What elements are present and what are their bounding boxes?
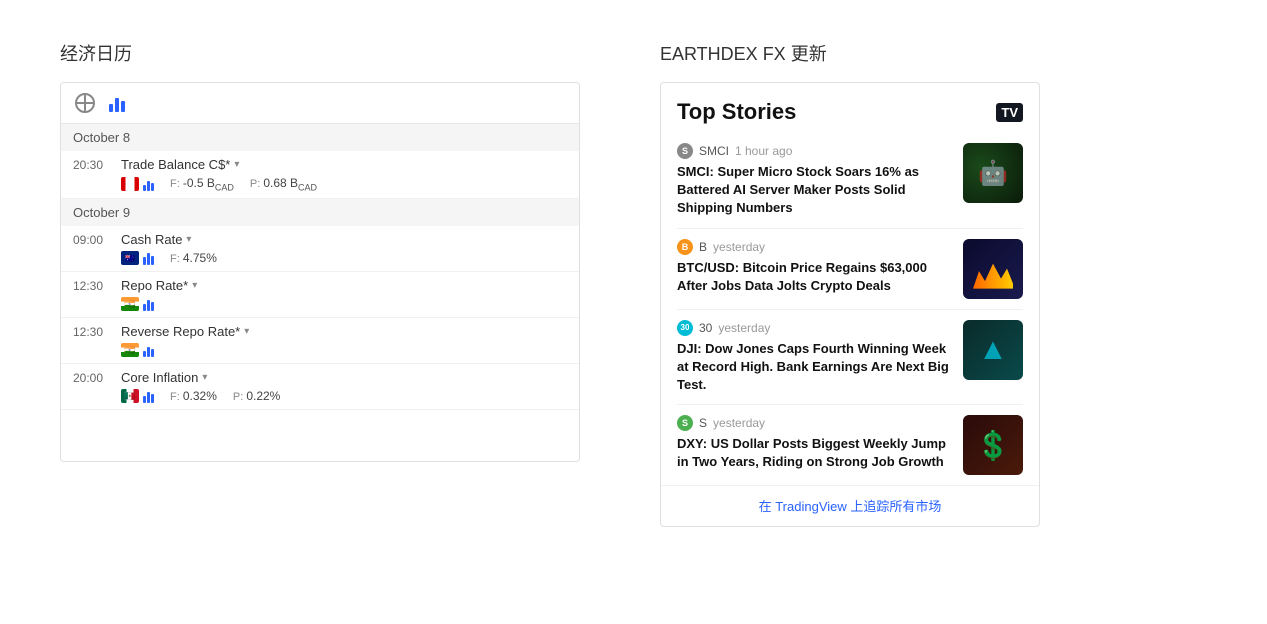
mini-chart-icon-in2[interactable]: [143, 343, 154, 357]
news-meta-dxy: S S yesterday: [677, 415, 953, 431]
news-meta-smci: S SMCI 1 hour ago: [677, 143, 953, 159]
news-time-btc: yesterday: [713, 240, 765, 254]
cash-rate-time: 09:00: [73, 233, 113, 247]
news-widget: Top Stories TV S SMCI 1 hour ago SMCI: S…: [660, 82, 1040, 527]
calendar-widget: October 8 20:30 Trade Balance C$* ▾: [60, 82, 580, 462]
news-item-dji[interactable]: 30 30 yesterday DJI: Dow Jones Caps Four…: [677, 310, 1023, 406]
news-thumb-dxy: [963, 415, 1023, 475]
flag-bar-au: 🇦🇺: [121, 251, 154, 265]
news-list: S SMCI 1 hour ago SMCI: Super Micro Stoc…: [661, 133, 1039, 485]
cash-rate-forecast: F: 4.75%: [170, 251, 217, 265]
bar-chart-icon-button[interactable]: [105, 91, 129, 115]
news-headline-btc: BTC/USD: Bitcoin Price Regains $63,000 A…: [677, 259, 953, 295]
news-text-btc: B B yesterday BTC/USD: Bitcoin Price Reg…: [677, 239, 953, 299]
calendar-toolbar: [61, 83, 579, 124]
globe-icon-button[interactable]: [73, 91, 97, 115]
chevron-icon: ▾: [244, 326, 249, 337]
tv-logo: TV: [996, 103, 1023, 122]
source-icon-dji: 30: [677, 320, 693, 336]
chevron-icon: ▾: [234, 159, 239, 170]
right-section: EARTHDEX FX 更新 Top Stories TV S SMCI 1 h…: [660, 40, 1207, 527]
bar-chart-icon: [109, 94, 125, 112]
event-name-core-inflation: Core Inflation ▾: [121, 370, 567, 385]
flag-bar-in2: 🇮🇳: [121, 343, 154, 357]
news-headline-smci: SMCI: Super Micro Stock Soars 16% as Bat…: [677, 163, 953, 218]
main-layout: 经济日历 October 8: [60, 40, 1207, 527]
chevron-icon: ▾: [202, 372, 207, 383]
source-name-dji: 30: [699, 321, 712, 335]
flag-bar-in: 🇮🇳: [121, 297, 154, 311]
news-title: Top Stories: [677, 99, 796, 125]
source-name-smci: SMCI: [699, 144, 729, 158]
left-section: 经济日历 October 8: [60, 40, 580, 462]
event-name-trade-balance: Trade Balance C$* ▾: [121, 157, 567, 172]
chevron-icon: ▾: [192, 280, 197, 291]
news-text-dji: 30 30 yesterday DJI: Dow Jones Caps Four…: [677, 320, 953, 395]
date-header-oct9: October 9: [61, 199, 579, 226]
event-trade-balance: 20:30 Trade Balance C$* ▾: [61, 151, 579, 199]
news-thumb-btc: [963, 239, 1023, 299]
news-time-smci: 1 hour ago: [735, 144, 792, 158]
event-reverse-repo-rate: 12:30 Reverse Repo Rate* ▾ 🇮🇳: [61, 318, 579, 364]
news-headline-dxy: DXY: US Dollar Posts Biggest Weekly Jump…: [677, 435, 953, 471]
event-time: 20:30: [73, 158, 113, 172]
mexico-flag: 🇲🇽: [121, 389, 139, 403]
source-name-dxy: S: [699, 416, 707, 430]
news-time-dxy: yesterday: [713, 416, 765, 430]
news-thumb-dji: [963, 320, 1023, 380]
source-icon-dxy: S: [677, 415, 693, 431]
news-meta-dji: 30 30 yesterday: [677, 320, 953, 336]
mini-chart-icon-in[interactable]: [143, 297, 154, 311]
source-name-btc: B: [699, 240, 707, 254]
core-inflation-time: 20:00: [73, 371, 113, 385]
mini-chart-icon-mx[interactable]: [143, 389, 154, 403]
calendar-section-title: 经济日历: [60, 40, 580, 66]
news-meta-btc: B B yesterday: [677, 239, 953, 255]
chevron-icon: ▾: [186, 234, 191, 245]
news-time-dji: yesterday: [718, 321, 770, 335]
news-item-smci[interactable]: S SMCI 1 hour ago SMCI: Super Micro Stoc…: [677, 133, 1023, 229]
flag-bar-mx: 🇲🇽: [121, 389, 154, 403]
trade-balance-previous: P: 0.68 BCAD: [250, 176, 317, 192]
event-name-cash-rate: Cash Rate ▾: [121, 232, 567, 247]
news-item-dxy[interactable]: S S yesterday DXY: US Dollar Posts Bigge…: [677, 405, 1023, 485]
event-repo-rate: 12:30 Repo Rate* ▾ 🇮🇳: [61, 272, 579, 318]
news-text-dxy: S S yesterday DXY: US Dollar Posts Bigge…: [677, 415, 953, 475]
news-text-smci: S SMCI 1 hour ago SMCI: Super Micro Stoc…: [677, 143, 953, 218]
news-thumb-smci: [963, 143, 1023, 203]
fx-section-title: EARTHDEX FX 更新: [660, 40, 1207, 66]
calendar-body[interactable]: October 8 20:30 Trade Balance C$* ▾: [61, 124, 579, 461]
core-inflation-previous: P: 0.22%: [233, 389, 280, 403]
event-cash-rate: 09:00 Cash Rate ▾ 🇦🇺: [61, 226, 579, 272]
event-core-inflation: 20:00 Core Inflation ▾ 🇲🇽: [61, 364, 579, 410]
source-icon-btc: B: [677, 239, 693, 255]
event-name-reverse-repo: Reverse Repo Rate* ▾: [121, 324, 567, 339]
date-header-oct8: October 8: [61, 124, 579, 151]
repo-rate-time: 12:30: [73, 279, 113, 293]
event-name-repo-rate: Repo Rate* ▾: [121, 278, 567, 293]
mini-chart-icon[interactable]: [143, 177, 154, 191]
news-headline-dji: DJI: Dow Jones Caps Fourth Winning Week …: [677, 340, 953, 395]
reverse-repo-time: 12:30: [73, 325, 113, 339]
australia-flag: 🇦🇺: [121, 251, 139, 265]
core-inflation-forecast: F: 0.32%: [170, 389, 217, 403]
source-icon-smci: S: [677, 143, 693, 159]
flag-bar: [121, 177, 154, 191]
trade-balance-forecast: F: -0.5 BCAD: [170, 176, 234, 192]
india-flag-2: 🇮🇳: [121, 343, 139, 357]
india-flag: 🇮🇳: [121, 297, 139, 311]
news-header: Top Stories TV: [661, 83, 1039, 133]
news-item-btc[interactable]: B B yesterday BTC/USD: Bitcoin Price Reg…: [677, 229, 1023, 310]
news-footer-link[interactable]: 在 TradingView 上追踪所有市场: [759, 499, 942, 514]
mini-chart-icon-au[interactable]: [143, 251, 154, 265]
news-footer: 在 TradingView 上追踪所有市场: [661, 485, 1039, 526]
globe-icon: [75, 93, 95, 113]
canada-flag: [121, 177, 139, 191]
